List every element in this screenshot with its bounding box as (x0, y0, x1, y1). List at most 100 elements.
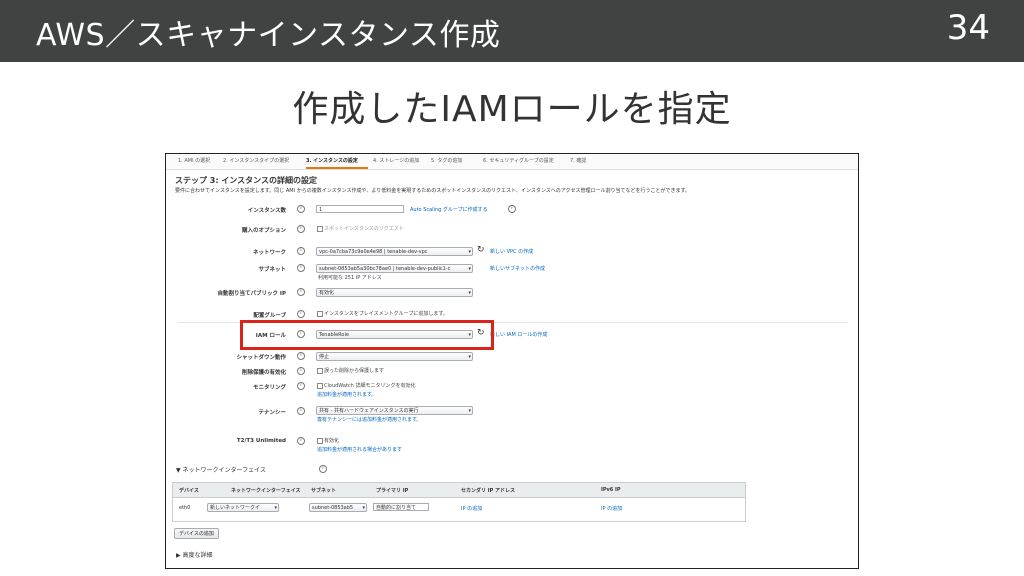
advanced-details-toggle[interactable]: ▶ 高度な詳細 (176, 550, 213, 559)
iam-role-value: TenableRole (319, 332, 349, 338)
create-vpc-link[interactable]: 新しい VPC の作成 (490, 248, 533, 255)
purchase-option-label: 購入のオプション (241, 228, 286, 234)
slide-title: AWS／スキャナインスタンス作成 (36, 18, 501, 53)
tenancy-label: テナンシー (258, 410, 286, 416)
add-secondary-ip-link[interactable]: IP の追加 (461, 505, 482, 512)
column-header: プライマリ IP (376, 488, 409, 494)
tab-review[interactable]: 7. 確認 (570, 157, 586, 164)
chevron-down-icon: ▾ (274, 505, 277, 511)
add-device-button[interactable]: デバイスの追加 (174, 528, 219, 539)
create-subnet-link[interactable]: 新しいサブネットの作成 (490, 265, 545, 272)
step-description: 要件に合わせてインスタンスを設定します。同じ AMI からの複数インスタンス作成… (175, 188, 690, 194)
refresh-icon[interactable]: ↻ (477, 329, 485, 338)
info-icon[interactable]: i (297, 437, 305, 445)
auto-scaling-link[interactable]: Auto Scaling グループに作成する (410, 206, 488, 213)
chevron-down-icon: ▾ (468, 290, 471, 296)
network-interface-table: デバイス ネットワークインターフェイス サブネット プライマリ IP セカンダリ… (172, 482, 746, 522)
network-interfaces-toggle[interactable]: ▼ ネットワークインターフェイス (176, 465, 266, 474)
chevron-down-icon: ▾ (362, 505, 365, 511)
info-icon[interactable]: i (297, 310, 305, 318)
create-iam-role-link[interactable]: 新しい IAM ロールの作成 (490, 331, 547, 338)
network-label: ネットワーク (252, 250, 286, 256)
info-icon[interactable]: i (297, 264, 305, 272)
monitoring-charge-note[interactable]: 追加料金が適用されます。 (317, 391, 377, 398)
add-ipv6-link[interactable]: IP の追加 (601, 505, 622, 512)
tenancy-charge-note[interactable]: 専有テナンシーには追加料金が適用されます。 (317, 416, 422, 423)
chevron-down-icon: ▾ (468, 332, 471, 338)
tab-choose-instance-type[interactable]: 2. インスタンスタイプの選択 (223, 157, 289, 164)
info-icon[interactable]: i (297, 382, 305, 390)
iam-role-label: IAM ロール (255, 333, 286, 339)
network-interfaces-heading: ネットワークインターフェイス (182, 467, 266, 474)
t2t3-checkbox[interactable] (317, 438, 323, 444)
info-icon[interactable]: i (297, 288, 305, 296)
subnet-select[interactable]: subnet-0853ab5a30bc78ae0 | tenable-dev-p… (316, 264, 473, 273)
subnet-cell-value: subnet-0853ab5 (312, 505, 354, 511)
info-icon[interactable]: i (297, 205, 305, 213)
tab-choose-ami[interactable]: 1. AMI の選択 (178, 157, 210, 164)
shutdown-select[interactable]: 停止 ▾ (316, 352, 473, 361)
column-header: IPv6 IP (601, 487, 621, 493)
monitoring-checkbox[interactable] (317, 383, 323, 389)
column-header: ネットワークインターフェイス (231, 488, 301, 494)
step-heading: ステップ 3: インスタンスの詳細の設定 (175, 176, 318, 185)
tenancy-value: 共有 - 共有ハードウェアインスタンスの実行 (319, 408, 419, 414)
instance-count-label: インスタンス数 (247, 208, 286, 214)
refresh-icon[interactable]: ↻ (477, 246, 485, 255)
advanced-details-heading: 高度な詳細 (182, 552, 213, 559)
interface-select[interactable]: 新しいネットワークイ ▾ (207, 503, 279, 512)
info-icon[interactable]: i (297, 225, 305, 233)
auto-public-ip-label: 自動割り当てパブリック IP (217, 291, 287, 297)
info-icon[interactable]: i (319, 465, 327, 473)
tab-add-storage[interactable]: 4. ストレージの追加 (373, 157, 419, 164)
chevron-down-icon: ▾ (468, 266, 471, 272)
shutdown-label: シャットダウン動作 (236, 355, 286, 361)
info-icon[interactable]: i (297, 367, 305, 375)
network-select[interactable]: vpc-0a7cba73c9e0e4e98 | tenable-dev-vpc … (316, 247, 473, 256)
info-icon[interactable]: i (297, 407, 305, 415)
t2t3-text: 有効化 (324, 438, 340, 444)
network-select-value: vpc-0a7cba73c9e0e4e98 | tenable-dev-vpc (319, 249, 428, 255)
auto-public-ip-value: 有効化 (319, 290, 335, 296)
placement-group-checkbox[interactable] (317, 311, 323, 317)
termination-protection-label: 削除保護の有効化 (241, 370, 286, 376)
spot-request-label: スポットインスタンスのリクエスト (324, 226, 404, 232)
slide-number: 34 (946, 8, 990, 48)
tab-security-group[interactable]: 6. セキュリティグループの設定 (483, 157, 554, 164)
subnet-cell-select[interactable]: subnet-0853ab5 ▾ (309, 503, 367, 512)
chevron-down-icon: ▾ (468, 354, 471, 360)
termination-protection-text: 誤った削除から保護します (324, 368, 385, 374)
column-header: デバイス (179, 488, 199, 494)
monitoring-text: CloudWatch 詳細モニタリングを有効化 (324, 383, 416, 389)
instance-count-input[interactable]: 1 (316, 205, 404, 213)
iam-role-select[interactable]: TenableRole ▾ (316, 330, 473, 339)
divider (178, 322, 848, 323)
info-icon[interactable]: i (508, 205, 516, 213)
table-header: デバイス ネットワークインターフェイス サブネット プライマリ IP セカンダリ… (173, 483, 745, 498)
interface-select-value: 新しいネットワークイ (210, 505, 261, 511)
tab-configure-instance[interactable]: 3. インスタンスの設定 (306, 157, 358, 164)
auto-public-ip-select[interactable]: 有効化 ▾ (316, 288, 473, 297)
tab-add-tags[interactable]: 5. タグの追加 (431, 157, 462, 164)
column-header: セカンダリ IP アドレス (461, 488, 516, 494)
chevron-down-icon: ▾ (468, 408, 471, 414)
primary-ip-input[interactable]: 自動的に割り当て (373, 503, 429, 511)
spot-request-checkbox[interactable] (317, 226, 323, 232)
subnet-label: サブネット (258, 267, 286, 273)
monitoring-label: モニタリング (252, 385, 286, 391)
subnet-ip-note: 利用可能な 251 IP アドレス (318, 275, 382, 281)
placement-group-label: 配置グループ (253, 313, 286, 319)
slide-subtitle: 作成したIAMロールを指定 (292, 89, 732, 130)
chevron-down-icon: ▾ (468, 249, 471, 255)
subnet-select-value: subnet-0853ab5a30bc78ae0 | tenable-dev-p… (319, 266, 451, 272)
tenancy-select[interactable]: 共有 - 共有ハードウェアインスタンスの実行 ▾ (316, 406, 473, 415)
shutdown-value: 停止 (319, 354, 330, 360)
info-icon[interactable]: i (297, 330, 305, 338)
termination-protection-checkbox[interactable] (317, 368, 323, 374)
t2t3-charge-note[interactable]: 追加料金が適用される場合があります (317, 446, 402, 453)
info-icon[interactable]: i (297, 247, 305, 255)
info-icon[interactable]: i (297, 352, 305, 360)
column-header: サブネット (311, 488, 337, 494)
device-cell: eth0 (179, 505, 191, 511)
wizard-steps: 1. AMI の選択 2. インスタンスタイプの選択 3. インスタンスの設定 … (166, 154, 858, 170)
